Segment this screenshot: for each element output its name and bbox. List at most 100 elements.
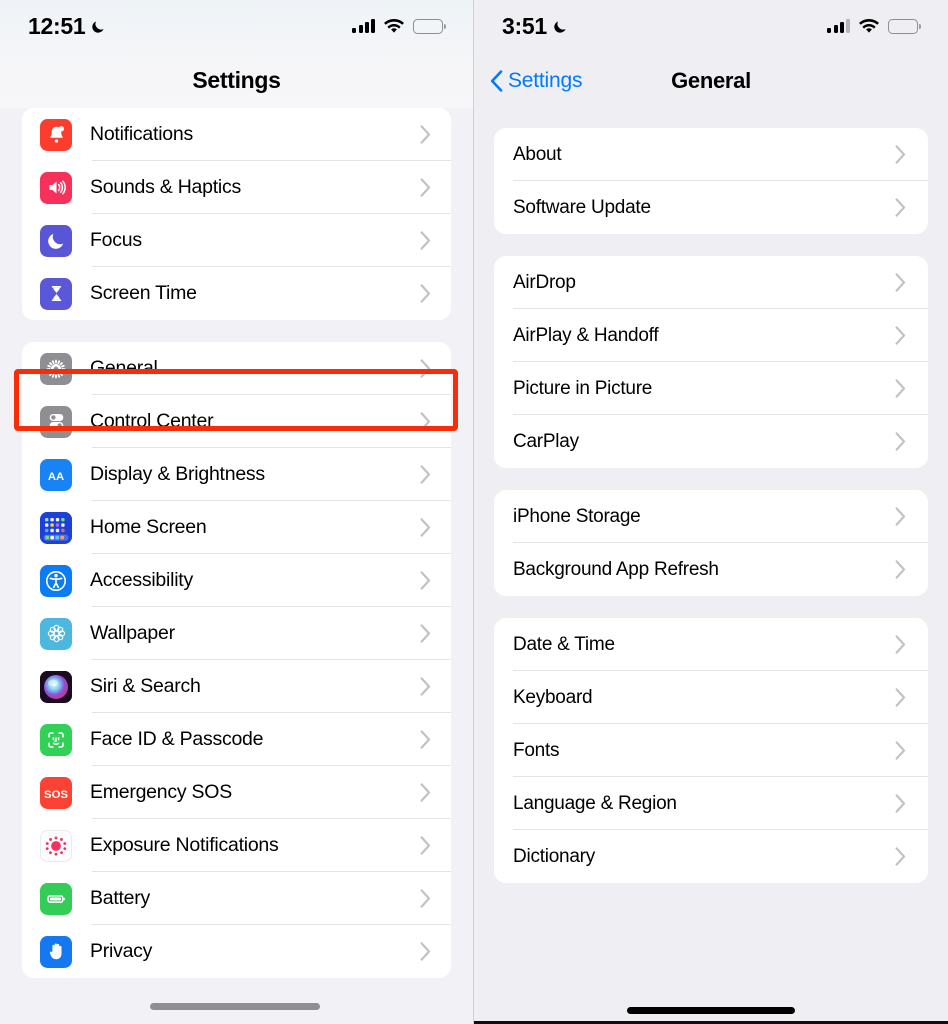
sidebar-item-exposure-notifications[interactable]: Exposure Notifications [22,819,451,872]
chevron-right-icon [895,326,906,345]
sidebar-item-label: Display & Brightness [90,463,265,485]
crescent-moon-icon [40,224,72,257]
chevron-right-icon [895,273,906,292]
sidebar-item-label: Home Screen [90,516,207,538]
gear-icon [40,352,72,385]
chevron-right-icon [420,889,431,908]
list-item-keyboard[interactable]: Keyboard [494,671,928,724]
right-phone-general-screen: 3:51 Settings General About Software Upd… [474,0,948,1024]
battery-icon [413,18,447,34]
crescent-moon-icon [553,19,568,34]
list-item-about[interactable]: About [494,128,928,181]
group-gap [474,596,948,618]
exposure-dots-icon [40,829,72,862]
text-size-aa-icon: AA [40,458,72,491]
sidebar-item-label: Sounds & Haptics [90,176,242,198]
sidebar-item-label: Siri & Search [90,675,201,697]
clock-time: 3:51 [502,12,547,39]
sidebar-item-accessibility[interactable]: Accessibility [22,554,451,607]
sidebar-item-privacy[interactable]: Privacy [22,925,451,978]
status-bar-right-indicators [827,18,922,34]
chevron-right-icon [420,125,431,144]
wifi-icon [859,18,879,34]
nav-bar-left: Settings [0,52,473,108]
sliders-icon [40,405,72,438]
sidebar-item-face-id-passcode[interactable]: Face ID & Passcode [22,713,451,766]
list-item-label: Dictionary [513,845,595,867]
speaker-waves-icon [40,171,72,204]
list-item-label: Background App Refresh [513,558,719,580]
group-gap [474,468,948,490]
battery-icon [40,882,72,915]
sidebar-item-label: Screen Time [90,282,197,304]
sidebar-item-label: Control Center [90,410,214,432]
list-item-picture-in-picture[interactable]: Picture in Picture [494,362,928,415]
settings-list-scroll[interactable]: Notifications Sounds & Haptics Focus Scr… [0,108,473,978]
list-item-iphone-storage[interactable]: iPhone Storage [494,490,928,543]
localization-group-card: Date & Time Keyboard Fonts Language & Re… [494,618,928,883]
chevron-right-icon [420,465,431,484]
sidebar-item-battery[interactable]: Battery [22,872,451,925]
chevron-right-icon [420,942,431,961]
list-item-label: AirPlay & Handoff [513,324,659,346]
chevron-right-icon [420,677,431,696]
chevron-right-icon [420,412,431,431]
sidebar-item-siri-search[interactable]: Siri & Search [22,660,451,713]
sidebar-item-label: Notifications [90,123,193,145]
sharing-group-card: AirDrop AirPlay & Handoff Picture in Pic… [494,256,928,468]
cellular-signal-icon [352,19,375,33]
accessibility-icon [40,564,72,597]
battery-icon [888,18,922,34]
list-item-language-region[interactable]: Language & Region [494,777,928,830]
list-item-airplay-handoff[interactable]: AirPlay & Handoff [494,309,928,362]
sidebar-item-wallpaper[interactable]: Wallpaper [22,607,451,660]
sidebar-item-sounds-haptics[interactable]: Sounds & Haptics [22,161,451,214]
chevron-right-icon [895,847,906,866]
status-bar-right: 3:51 [474,0,948,52]
list-item-dictionary[interactable]: Dictionary [494,830,928,883]
chevron-right-icon [420,624,431,643]
chevron-right-icon [420,783,431,802]
status-bar-left-indicators [352,18,447,34]
list-item-fonts[interactable]: Fonts [494,724,928,777]
list-item-date-time[interactable]: Date & Time [494,618,928,671]
top-gap [474,110,948,128]
chevron-right-icon [420,571,431,590]
home-indicator-bar[interactable] [627,1007,795,1014]
page-title: General [671,68,751,93]
list-item-airdrop[interactable]: AirDrop [494,256,928,309]
sidebar-item-emergency-sos[interactable]: SOS Emergency SOS [22,766,451,819]
status-bar-left-clock-group: 12:51 [28,13,106,40]
notifications-group-card: Notifications Sounds & Haptics Focus Scr… [22,108,451,320]
list-item-software-update[interactable]: Software Update [494,181,928,234]
general-group-card: General Control Center AA Display & Brig… [22,342,451,978]
sidebar-item-screen-time[interactable]: Screen Time [22,267,451,320]
back-button[interactable]: Settings [490,69,582,93]
storage-group-card: iPhone Storage Background App Refresh [494,490,928,596]
left-phone-settings-screen: 12:51 Settings Notifications Sounds & Ha… [0,0,474,1024]
scroll-indicator[interactable] [150,1003,320,1010]
list-item-label: Keyboard [513,686,593,708]
hourglass-icon [40,277,72,310]
sidebar-item-home-screen[interactable]: Home Screen [22,501,451,554]
sidebar-item-control-center[interactable]: Control Center [22,395,451,448]
chevron-right-icon [420,178,431,197]
page-title: Settings [192,66,281,93]
list-item-label: iPhone Storage [513,505,641,527]
back-button-label: Settings [508,69,583,92]
list-item-label: Date & Time [513,633,615,655]
list-item-background-app-refresh[interactable]: Background App Refresh [494,543,928,596]
chevron-right-icon [895,635,906,654]
sidebar-item-focus[interactable]: Focus [22,214,451,267]
siri-orb-icon [40,670,72,703]
wifi-icon [384,18,404,34]
chevron-right-icon [420,284,431,303]
sidebar-item-general[interactable]: General [22,342,451,395]
sidebar-item-label: Battery [90,887,151,909]
list-item-label: About [513,143,562,165]
sidebar-item-notifications[interactable]: Notifications [22,108,451,161]
general-list-scroll[interactable]: About Software Update AirDrop AirPlay & … [474,110,948,883]
list-item-carplay[interactable]: CarPlay [494,415,928,468]
sidebar-item-display-brightness[interactable]: AA Display & Brightness [22,448,451,501]
chevron-right-icon [895,688,906,707]
